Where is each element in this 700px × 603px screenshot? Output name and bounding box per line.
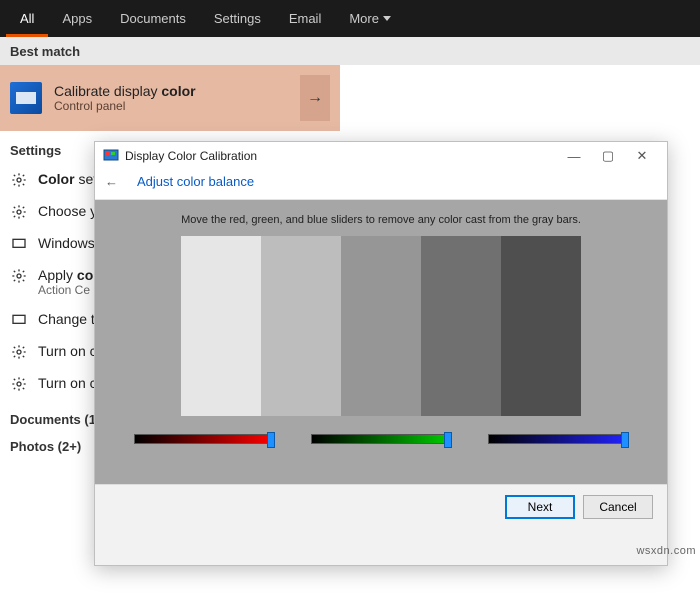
search-tabs: All Apps Documents Settings Email More <box>0 0 700 37</box>
tab-all[interactable]: All <box>6 0 48 37</box>
list-item-label: Windows <box>38 235 95 251</box>
blue-slider[interactable] <box>488 434 628 444</box>
chevron-down-icon <box>383 16 391 21</box>
next-button[interactable]: Next <box>505 495 575 519</box>
wizard-buttons: Next Cancel <box>95 484 667 529</box>
best-match-header: Best match <box>0 37 700 65</box>
gear-icon <box>10 343 28 361</box>
calibration-pane: Move the red, green, and blue sliders to… <box>95 200 667 484</box>
titlebar[interactable]: Display Color Calibration — ▢ ✕ <box>95 142 667 170</box>
maximize-button[interactable]: ▢ <box>591 142 625 170</box>
gray-bar <box>501 236 581 416</box>
list-item-label: Change t <box>38 311 95 327</box>
rgb-sliders <box>115 434 647 444</box>
tab-documents[interactable]: Documents <box>106 0 200 37</box>
gray-bar <box>261 236 341 416</box>
slider-thumb[interactable] <box>444 432 452 448</box>
window-title: Display Color Calibration <box>125 149 257 163</box>
gear-icon <box>10 171 28 189</box>
wizard-heading: Adjust color balance <box>137 174 254 189</box>
tab-settings[interactable]: Settings <box>200 0 275 37</box>
tab-email[interactable]: Email <box>275 0 336 37</box>
back-button[interactable]: ← <box>105 174 118 189</box>
gear-icon <box>10 267 28 285</box>
best-match-result[interactable]: Calibrate display color Control panel → <box>0 65 340 131</box>
slider-thumb[interactable] <box>267 432 275 448</box>
display-icon <box>10 311 28 329</box>
gear-icon <box>10 375 28 393</box>
red-slider[interactable] <box>134 434 274 444</box>
calibration-logo-icon <box>103 148 119 164</box>
tab-more[interactable]: More <box>335 0 405 37</box>
slider-thumb[interactable] <box>621 432 629 448</box>
list-item-label: Turn on c <box>38 375 97 391</box>
result-open-arrow[interactable]: → <box>300 75 330 121</box>
minimize-button[interactable]: — <box>557 142 591 170</box>
wizard-header: ← Adjust color balance <box>95 170 667 200</box>
result-subtitle: Control panel <box>54 99 288 113</box>
instruction-text: Move the red, green, and blue sliders to… <box>181 214 581 226</box>
result-title: Calibrate display color <box>54 83 288 99</box>
list-item-label: Color set <box>38 171 97 187</box>
list-item-label: Choose y <box>38 203 97 219</box>
cancel-button[interactable]: Cancel <box>583 495 653 519</box>
gray-bar <box>341 236 421 416</box>
tab-apps[interactable]: Apps <box>48 0 106 37</box>
watermark: wsxdn.com <box>636 545 696 557</box>
list-item-label: Turn on c <box>38 343 97 359</box>
monitor-calibrate-icon <box>10 82 42 114</box>
gear-icon <box>10 203 28 221</box>
gray-bar <box>181 236 261 416</box>
gray-bars <box>181 236 581 416</box>
list-item-label: Apply colAction Ce <box>38 267 97 297</box>
display-icon <box>10 235 28 253</box>
gray-bar <box>421 236 501 416</box>
close-button[interactable]: ✕ <box>625 142 659 170</box>
color-calibration-window: Display Color Calibration — ▢ ✕ ← Adjust… <box>94 141 668 566</box>
green-slider[interactable] <box>311 434 451 444</box>
